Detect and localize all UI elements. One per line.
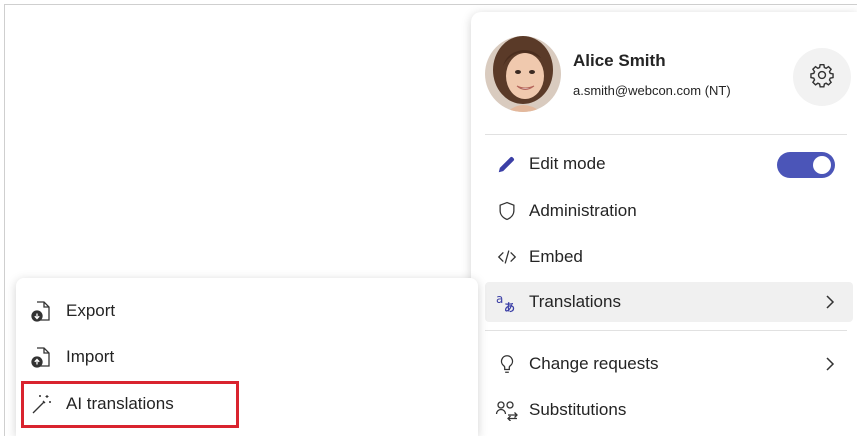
people-swap-icon [495,398,519,422]
user-email: a.smith@webcon.com (NT) [573,83,731,98]
gear-icon [809,62,835,93]
edit-mode-toggle[interactable] [777,152,835,178]
lightbulb-icon [495,352,519,376]
menu-item-label: Administration [529,201,637,220]
menu-item-change-requests[interactable]: Change requests [485,344,853,384]
shield-icon [495,199,519,223]
menu-divider [485,330,847,331]
svg-text:あ: あ [504,301,515,314]
menu-item-label: Change requests [529,354,659,373]
submenu-item-import[interactable]: Import [30,337,240,377]
submenu-item-label: Export [66,301,116,320]
pencil-icon [495,152,519,176]
toggle-knob [813,156,831,174]
menu-item-administration[interactable]: Administration [485,191,853,231]
menu-item-translations[interactable]: a あ Translations [485,282,853,322]
document-export-icon [30,299,54,323]
document-import-icon [30,345,54,369]
profile-divider [485,134,847,135]
avatar [485,36,561,112]
user-menu: Alice Smith a.smith@webcon.com (NT) Edit… [471,12,857,436]
menu-item-substitutions[interactable]: Substitutions [485,390,853,430]
menu-item-label: Substitutions [529,400,627,419]
chevron-right-icon [823,354,837,374]
code-icon [495,245,519,269]
translations-submenu: Export Import AI translations [16,278,478,436]
user-profile: Alice Smith a.smith@webcon.com (NT) [485,36,851,118]
menu-item-label: Edit mode [529,154,606,173]
menu-item-edit-mode[interactable]: Edit mode [485,144,853,184]
chevron-right-icon [823,292,837,312]
user-name: Alice Smith [573,51,666,70]
submenu-item-label: Import [66,347,115,366]
submenu-item-export[interactable]: Export [30,291,240,331]
magic-wand-icon [30,392,54,416]
translate-icon: a あ [495,290,519,314]
menu-item-label: Embed [529,247,583,266]
submenu-item-ai-translations[interactable]: AI translations [30,384,240,424]
svg-text:a: a [496,292,503,306]
settings-button[interactable] [793,48,851,106]
menu-item-label: Translations [529,292,621,311]
menu-item-embed[interactable]: Embed [485,237,853,277]
submenu-item-label: AI translations [66,394,174,413]
